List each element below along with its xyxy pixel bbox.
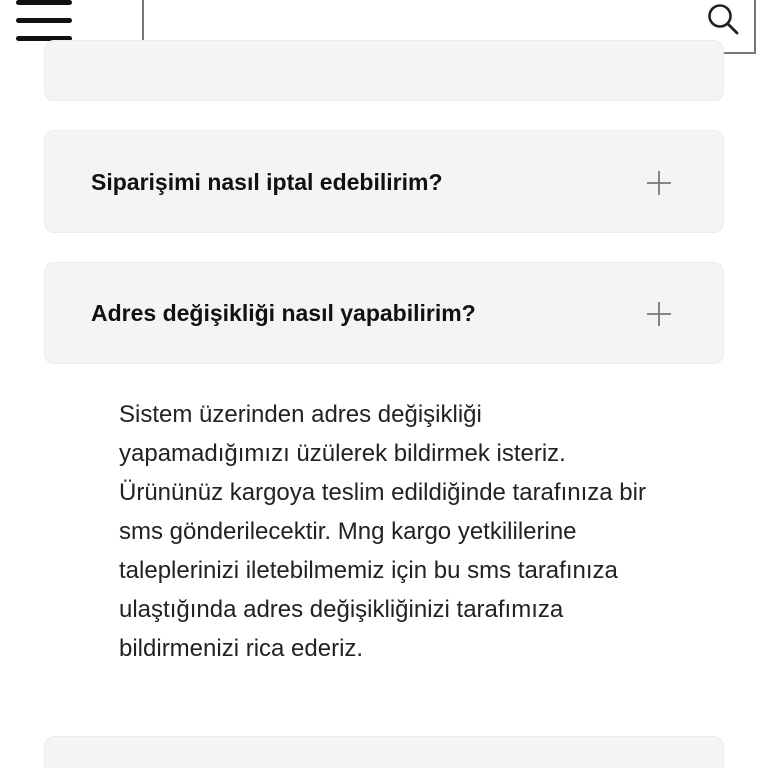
faq-item-next[interactable]: [44, 736, 724, 768]
faq-item-cancel-order[interactable]: Siparişimi nasıl iptal edebilirim?: [44, 130, 724, 233]
faq-item-address-change[interactable]: Adres değişikliği nasıl yapabilirim?: [44, 262, 724, 364]
search-icon[interactable]: [706, 2, 740, 36]
plus-icon[interactable]: [645, 169, 673, 197]
faq-question: Siparişimi nasıl iptal edebilirim?: [91, 169, 443, 195]
hamburger-menu-button[interactable]: [16, 0, 74, 44]
faq-question: Adres değişikliği nasıl yapabilirim?: [91, 300, 476, 326]
menu-bar-top: [16, 0, 72, 5]
menu-bar-middle: [16, 18, 72, 23]
plus-icon[interactable]: [645, 300, 673, 328]
faq-item-previous[interactable]: [44, 40, 724, 101]
faq-answer-address-change: Sistem üzerinden adres değişikliği yapam…: [119, 401, 646, 662]
faq-page: Siparişimi nasıl iptal edebilirim? Adres…: [0, 0, 768, 768]
